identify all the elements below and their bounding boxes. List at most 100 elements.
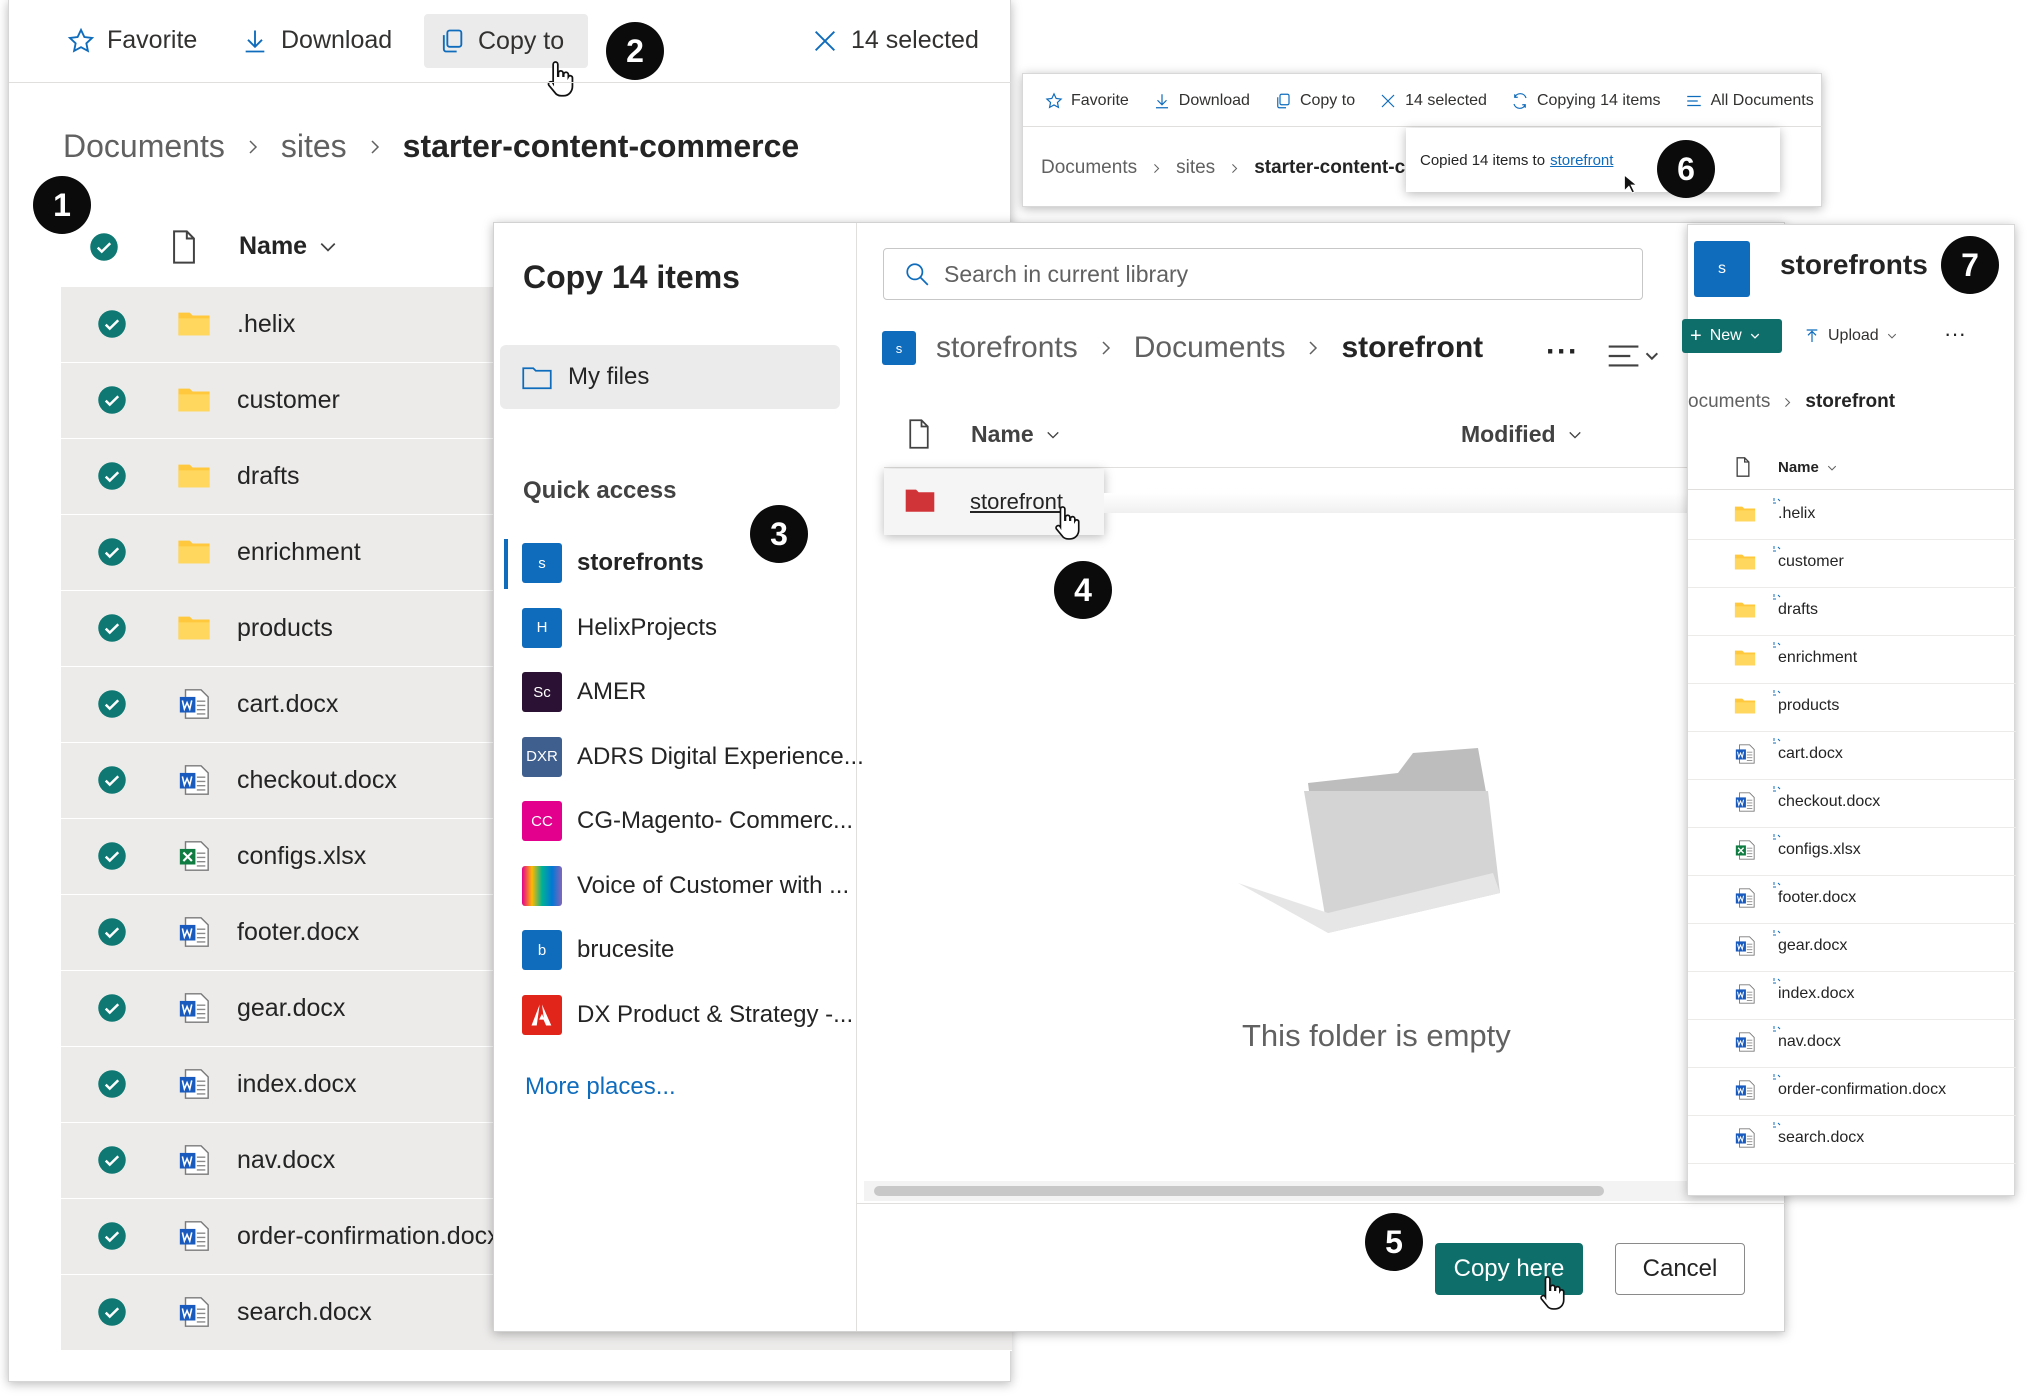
quick-access-site[interactable]: H HelixProjects (522, 607, 717, 648)
sf-file-name[interactable]: configs.xlsx (1778, 841, 1861, 859)
quick-access-site[interactable]: Voice of Customer with ... (522, 865, 849, 906)
file-name[interactable]: .helix (237, 310, 295, 339)
select-all-check-icon[interactable] (89, 232, 119, 262)
toast-destination-link[interactable]: storefront (1550, 152, 1613, 169)
dialog-crumb-library[interactable]: Documents (1134, 331, 1286, 365)
file-name[interactable]: order-confirmation.docx (237, 1222, 500, 1251)
sf-file-name[interactable]: enrichment (1778, 649, 1857, 667)
upload-button[interactable]: Upload (1804, 327, 1897, 345)
list-item[interactable]: .helix (1688, 491, 2016, 540)
sf-file-name[interactable]: order-confirmation.docx (1778, 1081, 1946, 1099)
list-item[interactable]: index.docx (1688, 971, 2016, 1020)
file-name[interactable]: drafts (237, 462, 300, 491)
all-documents-view[interactable]: All Documents (1685, 92, 1814, 110)
sf-file-name[interactable]: footer.docx (1778, 889, 1856, 907)
row-check-icon[interactable] (97, 1297, 127, 1327)
quick-access-site[interactable]: DX Product & Strategy -... (522, 994, 853, 1035)
sf-file-name[interactable]: checkout.docx (1778, 793, 1880, 811)
folder-name[interactable]: storefront (970, 489, 1063, 515)
more-places-link[interactable]: More places... (525, 1073, 676, 1101)
clear-selection-small[interactable]: 14 selected (1379, 92, 1487, 110)
sf-file-name[interactable]: customer (1778, 553, 1844, 571)
sf-file-name[interactable]: .helix (1778, 505, 1815, 523)
view-options-icon[interactable] (1606, 341, 1660, 371)
copy-to-button-small[interactable]: Copy to (1274, 92, 1355, 110)
row-check-icon[interactable] (97, 689, 127, 719)
file-name[interactable]: cart.docx (237, 690, 338, 719)
row-check-icon[interactable] (97, 1221, 127, 1251)
row-check-icon[interactable] (97, 537, 127, 567)
sf-name-header[interactable]: Name (1778, 459, 1837, 476)
sf-file-name[interactable]: gear.docx (1778, 937, 1847, 955)
sf-file-name[interactable]: cart.docx (1778, 745, 1843, 763)
dialog-modified-header[interactable]: Modified (1461, 421, 1582, 448)
quick-access-site[interactable]: Sc AMER (522, 672, 646, 712)
file-name[interactable]: checkout.docx (237, 766, 397, 795)
sf-file-name[interactable]: nav.docx (1778, 1033, 1841, 1051)
sf-file-name[interactable]: drafts (1778, 601, 1818, 619)
breadcrumb-documents[interactable]: Documents (63, 128, 225, 165)
breadcrumb-sites[interactable]: sites (281, 128, 347, 165)
file-name[interactable]: products (237, 614, 333, 643)
file-name[interactable]: index.docx (237, 1070, 357, 1099)
copying-status[interactable]: Copying 14 items (1511, 92, 1661, 110)
quick-access-site[interactable]: DXR ADRS Digital Experience... (522, 736, 864, 777)
footer-divider (856, 1203, 1786, 1204)
download-button[interactable]: Download (241, 26, 392, 55)
horizontal-scrollbar-track[interactable] (864, 1181, 1784, 1201)
more-options-icon[interactable]: ··· (1546, 335, 1579, 369)
my-files-item[interactable]: My files (500, 345, 840, 409)
list-item[interactable]: gear.docx (1688, 923, 2016, 972)
row-check-icon[interactable] (97, 461, 127, 491)
list-item[interactable]: drafts (1688, 587, 2016, 636)
favorite-button[interactable]: Favorite (67, 26, 197, 55)
list-item[interactable]: enrichment (1688, 635, 2016, 684)
list-item[interactable]: checkout.docx (1688, 779, 2016, 828)
list-item[interactable]: configs.xlsx (1688, 827, 2016, 876)
quick-access-site[interactable]: s storefronts (522, 543, 704, 583)
status-crumb-sites[interactable]: sites (1176, 157, 1215, 179)
row-check-icon[interactable] (97, 385, 127, 415)
list-item[interactable]: cart.docx (1688, 731, 2016, 780)
row-check-icon[interactable] (97, 1145, 127, 1175)
cancel-button[interactable]: Cancel (1615, 1243, 1745, 1295)
dialog-crumb-site[interactable]: storefronts (936, 331, 1078, 365)
upload-label: Upload (1828, 327, 1879, 344)
row-check-icon[interactable] (97, 765, 127, 795)
quick-access-site[interactable]: b brucesite (522, 930, 674, 970)
name-column-header[interactable]: Name (239, 232, 337, 261)
list-item[interactable]: products (1688, 683, 2016, 732)
dialog-name-header[interactable]: Name (971, 421, 1060, 448)
row-check-icon[interactable] (97, 309, 127, 339)
status-crumb-documents[interactable]: Documents (1041, 157, 1137, 179)
sf-file-name[interactable]: index.docx (1778, 985, 1855, 1003)
favorite-button-small[interactable]: Favorite (1045, 92, 1129, 110)
file-name[interactable]: enrichment (237, 538, 361, 567)
download-button-small[interactable]: Download (1153, 92, 1250, 110)
file-name[interactable]: search.docx (237, 1298, 372, 1327)
list-item[interactable]: order-confirmation.docx (1688, 1067, 2016, 1116)
file-name[interactable]: footer.docx (237, 918, 359, 947)
row-check-icon[interactable] (97, 993, 127, 1023)
list-item[interactable]: footer.docx (1688, 875, 2016, 924)
list-item[interactable]: search.docx (1688, 1115, 2016, 1164)
search-box[interactable]: Search in current library (883, 248, 1643, 300)
clear-selection-button[interactable]: 14 selected (811, 26, 979, 55)
sf-crumb-prev[interactable]: ocuments (1688, 391, 1770, 413)
row-check-icon[interactable] (97, 613, 127, 643)
more-options-icon[interactable]: ··· (1944, 321, 1966, 347)
list-item[interactable]: nav.docx (1688, 1019, 2016, 1068)
sf-file-name[interactable]: products (1778, 697, 1839, 715)
file-name[interactable]: nav.docx (237, 1146, 335, 1175)
file-name[interactable]: gear.docx (237, 994, 345, 1023)
row-check-icon[interactable] (97, 917, 127, 947)
scrollbar-thumb[interactable] (874, 1186, 1604, 1196)
row-check-icon[interactable] (97, 1069, 127, 1099)
list-item[interactable]: customer (1688, 539, 2016, 588)
new-button[interactable]: + New (1682, 319, 1782, 353)
file-name[interactable]: customer (237, 386, 340, 415)
file-name[interactable]: configs.xlsx (237, 842, 366, 871)
row-check-icon[interactable] (97, 841, 127, 871)
quick-access-site[interactable]: CC CG-Magento- Commerc... (522, 801, 853, 841)
sf-file-name[interactable]: search.docx (1778, 1129, 1864, 1147)
